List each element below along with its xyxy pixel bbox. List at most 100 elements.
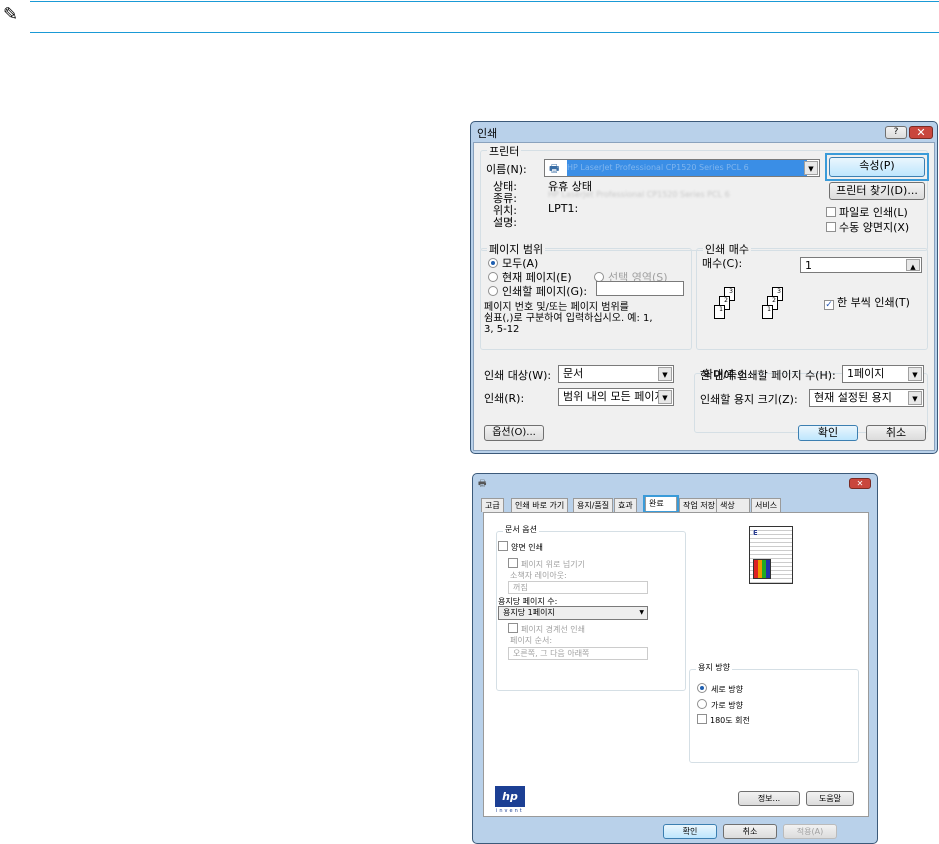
label: 파일로 인쇄(L) xyxy=(839,206,908,219)
radio-landscape[interactable]: 가로 방향 xyxy=(697,699,743,711)
manual-duplex-checkbox[interactable]: 수동 양면지(X) xyxy=(826,219,909,235)
tab-advanced[interactable]: 고급 xyxy=(481,498,504,512)
value: 오른쪽, 그 다음 아래쪽 xyxy=(513,649,590,658)
printer-icon: 🖶 xyxy=(549,162,560,175)
highlight-box xyxy=(643,495,679,513)
label: 페이지 경계선 인쇄 xyxy=(521,625,585,634)
radio-pages[interactable]: 인쇄할 페이지(G): xyxy=(488,283,587,299)
flip-up-checkbox[interactable]: 페이지 위로 넘기기 xyxy=(508,558,585,570)
print-what-label: 인쇄 대상(W): xyxy=(484,369,552,382)
radio-portrait[interactable]: 세로 방향 xyxy=(697,683,743,695)
pages-per-sheet-select[interactable]: 1페이지 ▼ xyxy=(842,365,924,383)
tab-job-storage[interactable]: 작업 저장 xyxy=(679,498,719,512)
dialog-body: 프린터 이름(N): 🖶 HP LaserJet Professional CP… xyxy=(473,142,935,451)
tab-color[interactable]: 색상 xyxy=(716,498,750,512)
dialog-title: 인쇄 xyxy=(477,127,498,140)
printer-icon: 🖶 xyxy=(478,479,487,489)
range-hint: 페이지 번호 및/또는 페이지 범위를 쉼표(,)로 구분하여 입력하십시오. … xyxy=(484,302,653,335)
group-label: 용지 방향 xyxy=(696,662,732,673)
pages-input[interactable] xyxy=(596,281,684,296)
comment-label: 설명: xyxy=(493,216,517,229)
chevron-down-icon[interactable]: ▼ xyxy=(908,391,922,405)
find-printer-button[interactable]: 프린터 찾기(D)... xyxy=(829,182,925,200)
value: 문서 xyxy=(563,367,584,380)
name-label: 이름(N): xyxy=(486,163,527,176)
properties-dialog: 🖶 ✕ 고급 인쇄 바로 가기 용지/품질 효과 완료 작업 저장 색상 서비스… xyxy=(472,473,878,844)
ok-button[interactable]: 확인 xyxy=(663,824,717,839)
copies-spinner[interactable]: 1 ▲ xyxy=(800,257,922,273)
scale-label: 인쇄할 용지 크기(Z): xyxy=(700,393,798,406)
label: 수동 양면지(X) xyxy=(839,221,910,234)
page-order-select[interactable]: 오른쪽, 그 다음 아래쪽 xyxy=(508,647,648,660)
page-1-icon: 1 xyxy=(762,305,773,319)
checkmark-icon: ✓ xyxy=(824,300,834,310)
tab-services[interactable]: 서비스 xyxy=(751,498,782,512)
radio-icon xyxy=(697,683,707,693)
rotate-checkbox[interactable]: 180도 회전 xyxy=(697,714,750,726)
help-button[interactable]: ? xyxy=(885,126,907,139)
page-1-icon: 1 xyxy=(714,305,725,319)
close-button[interactable]: ✕ xyxy=(849,478,871,489)
page-order-label: 페이지 순서: xyxy=(510,636,553,645)
label: 가로 방향 xyxy=(711,701,743,710)
value: 용지당 1페이지 xyxy=(503,608,555,617)
label: 페이지 위로 넘기기 xyxy=(521,560,585,569)
spinner-arrows-icon[interactable]: ▲ xyxy=(906,259,920,271)
chevron-down-icon[interactable]: ▼ xyxy=(908,367,922,381)
tab-shortcuts[interactable]: 인쇄 바로 가기 xyxy=(511,498,569,512)
note-rule-top xyxy=(30,1,939,2)
chevron-down-icon[interactable]: ▼ xyxy=(658,367,672,381)
chevron-down-icon[interactable]: ▼ xyxy=(658,390,672,404)
copies-value: 1 xyxy=(805,259,812,272)
booklet-select[interactable]: 꺼짐 xyxy=(508,581,648,594)
print-what-select[interactable]: 문서 ▼ xyxy=(558,365,674,383)
print-select[interactable]: 범위 내의 모든 페이지 ▼ xyxy=(558,388,674,406)
ok-button[interactable]: 확인 xyxy=(798,425,858,441)
radio-icon xyxy=(488,272,498,282)
scale-select[interactable]: 현재 설정된 용지 ▼ xyxy=(809,389,924,407)
label: 180도 회전 xyxy=(710,716,750,725)
radio-icon xyxy=(488,258,498,268)
pages-per-sheet-label: 한 면에 인쇄할 페이지 수(H): xyxy=(700,369,836,382)
print-dialog: 인쇄 ? ✕ 프린터 이름(N): 🖶 HP LaserJet Professi… xyxy=(470,121,938,454)
chevron-down-icon[interactable]: ▼ xyxy=(639,607,644,619)
printer-select[interactable]: 🖶 HP LaserJet Professional CP1520 Series… xyxy=(544,159,820,177)
label: 한 부씩 인쇄(T) xyxy=(837,296,910,309)
label: 인쇄할 페이지(G): xyxy=(502,285,588,298)
collate-checkbox[interactable]: ✓ 한 부씩 인쇄(T) xyxy=(824,294,910,310)
note-icon: ✎ xyxy=(3,4,19,25)
label: 양면 인쇄 xyxy=(511,543,543,552)
chevron-down-icon[interactable]: ▼ xyxy=(804,161,818,175)
radio-icon xyxy=(697,699,707,709)
value: 현재 설정된 용지 xyxy=(814,391,892,404)
duplex-checkbox[interactable]: 양면 인쇄 xyxy=(498,541,543,553)
help-button[interactable]: 도움말 xyxy=(806,791,854,806)
print-label: 인쇄(R): xyxy=(484,392,525,405)
checkbox-icon xyxy=(508,558,518,568)
hp-invent-text: invent xyxy=(496,808,524,814)
apply-button[interactable]: 적용(A) xyxy=(783,824,837,839)
where-value: LPT1: xyxy=(548,202,579,215)
pages-per-sheet-select[interactable]: 용지당 1페이지 ▼ xyxy=(498,606,648,620)
group-label: 프린터 xyxy=(487,143,522,159)
print-to-file-checkbox[interactable]: 파일로 인쇄(L) xyxy=(826,204,908,220)
document-preview-image: E xyxy=(749,526,793,584)
properties-button[interactable]: 속성(P) xyxy=(829,157,925,177)
tab-content: 문서 옵션 양면 인쇄 페이지 위로 넘기기 소책자 레이아웃: 꺼짐 용지당 … xyxy=(483,512,869,817)
checkbox-icon xyxy=(826,222,836,232)
checkbox-icon xyxy=(826,207,836,217)
close-button[interactable]: ✕ xyxy=(909,126,933,139)
checkbox-icon xyxy=(508,623,518,633)
borders-checkbox[interactable]: 페이지 경계선 인쇄 xyxy=(508,623,585,635)
tab-effects[interactable]: 효과 xyxy=(614,498,637,512)
radio-icon xyxy=(488,286,498,296)
cancel-button[interactable]: 취소 xyxy=(866,425,926,441)
tab-paper-quality[interactable]: 용지/품질 xyxy=(573,498,614,512)
options-button[interactable]: 옵션(O)... xyxy=(484,425,544,441)
type-value: HP LaserJet Professional CP1520 Series P… xyxy=(548,190,730,199)
about-button[interactable]: 정보... xyxy=(738,791,800,806)
checkbox-icon xyxy=(498,541,508,551)
printer-name: HP LaserJet Professional CP1520 Series P… xyxy=(567,160,807,176)
cancel-button[interactable]: 취소 xyxy=(723,824,777,839)
booklet-label: 소책자 레이아웃: xyxy=(510,571,567,580)
